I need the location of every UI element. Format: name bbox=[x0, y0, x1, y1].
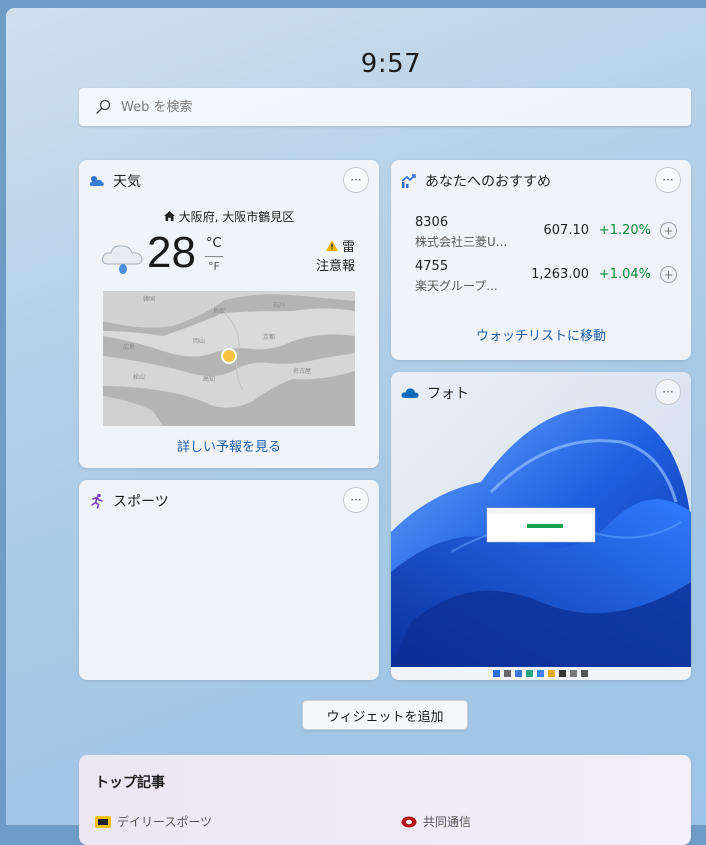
unit-divider bbox=[205, 256, 223, 257]
svg-text:名古屋: 名古屋 bbox=[293, 367, 311, 375]
sports-header: スポーツ bbox=[89, 490, 169, 512]
watchlist-link[interactable]: ウォッチリストに移動 bbox=[391, 325, 691, 344]
stock-change: +1.20% bbox=[598, 223, 651, 238]
warning-icon bbox=[325, 240, 338, 251]
search-icon bbox=[96, 99, 111, 114]
stock-chart-icon bbox=[401, 174, 416, 188]
svg-text:松山: 松山 bbox=[133, 373, 145, 381]
kyodo-logo-icon bbox=[401, 816, 417, 827]
add-widget-button[interactable]: ウィジェットを追加 bbox=[302, 700, 468, 730]
weather-alert[interactable]: 雷 bbox=[325, 236, 355, 255]
svg-text:石川: 石川 bbox=[273, 302, 285, 309]
clock-time: 9:57 bbox=[360, 49, 422, 79]
stock-code: 4755 bbox=[415, 259, 449, 274]
stock-name: 株式会社三菱U... bbox=[415, 235, 508, 249]
stock-change: +1.04% bbox=[598, 267, 651, 282]
weather-cloud-icon bbox=[89, 176, 104, 186]
alert-line2: 注意報 bbox=[315, 259, 355, 274]
recommend-widget[interactable]: あなたへのおすすめ ··· 8306 株式会社三菱U... 607.10 +1.… bbox=[391, 160, 691, 360]
stock-row[interactable]: 4755 楽天グループ... 1,263.00 +1.04% + bbox=[415, 259, 677, 297]
svg-text:高知: 高知 bbox=[203, 375, 215, 383]
photos-header: フォト bbox=[401, 382, 469, 404]
stock-name: 楽天グループ... bbox=[415, 279, 498, 293]
sports-title: スポーツ bbox=[113, 494, 169, 510]
search-input[interactable] bbox=[119, 98, 663, 116]
weather-location-text: 大阪府, 大阪市鶴見区 bbox=[178, 210, 295, 224]
svg-text:鳥取: 鳥取 bbox=[213, 307, 225, 315]
photos-title: フォト bbox=[427, 386, 469, 402]
svg-text:京都: 京都 bbox=[263, 333, 275, 341]
detailed-forecast-link[interactable]: 詳しい予報を見る bbox=[79, 436, 379, 455]
sports-more-button[interactable]: ··· bbox=[343, 487, 369, 513]
weather-title: 天気 bbox=[113, 174, 141, 190]
news-source[interactable]: デイリースポーツ bbox=[95, 813, 212, 830]
weather-location: 大阪府, 大阪市鶴見区 bbox=[79, 208, 379, 225]
weather-header: 天気 bbox=[89, 170, 141, 192]
onedrive-cloud-icon bbox=[401, 388, 419, 398]
svg-text:韓国: 韓国 bbox=[143, 295, 155, 303]
runner-icon bbox=[91, 493, 103, 509]
sports-widget[interactable]: スポーツ ··· bbox=[79, 480, 379, 680]
cloud-rain-icon bbox=[102, 245, 143, 274]
daily-sports-logo-icon bbox=[95, 815, 111, 828]
stock-code: 8306 bbox=[415, 215, 449, 230]
top-stories-title: トップ記事 bbox=[95, 775, 165, 791]
weather-map[interactable]: 韓国鳥取 石川 広島 岡山 京都 松山 高知 名古屋 bbox=[103, 291, 355, 426]
news-source-name: デイリースポーツ bbox=[117, 815, 213, 829]
unit-fahrenheit-toggle[interactable]: °F bbox=[208, 260, 220, 273]
news-source-name: 共同通信 bbox=[423, 815, 472, 829]
unit-celsius-toggle[interactable]: °C bbox=[206, 236, 222, 251]
recommend-title: あなたへのおすすめ bbox=[425, 174, 551, 190]
top-stories-section: トップ記事 デイリースポーツ 共同通信 bbox=[79, 755, 691, 845]
weather-more-button[interactable]: ··· bbox=[343, 167, 369, 193]
home-icon bbox=[163, 210, 175, 224]
stock-row[interactable]: 8306 株式会社三菱U... 607.10 +1.20% + bbox=[415, 215, 677, 253]
weather-widget[interactable]: 天気 ··· 大阪府, 大阪市鶴見区 28 °C °F 雷 注意報 韓国鳥取 石川… bbox=[79, 160, 379, 468]
photo-image[interactable] bbox=[391, 372, 691, 680]
alert-line1: 雷 bbox=[341, 240, 355, 255]
svg-text:岡山: 岡山 bbox=[193, 337, 205, 345]
stock-price: 607.10 bbox=[543, 223, 590, 238]
stock-price: 1,263.00 bbox=[531, 267, 589, 282]
photos-widget[interactable]: フォト ··· bbox=[391, 372, 691, 680]
web-search-box[interactable] bbox=[79, 88, 691, 126]
recommend-more-button[interactable]: ··· bbox=[655, 167, 681, 193]
recommend-header: あなたへのおすすめ bbox=[401, 170, 551, 192]
news-source[interactable]: 共同通信 bbox=[401, 813, 471, 830]
add-to-watchlist-button[interactable]: + bbox=[660, 266, 677, 283]
svg-text:広島: 広島 bbox=[123, 343, 135, 351]
photos-more-button[interactable]: ··· bbox=[655, 379, 681, 405]
add-to-watchlist-button[interactable]: + bbox=[660, 222, 677, 239]
weather-temperature: 28 bbox=[147, 228, 196, 277]
